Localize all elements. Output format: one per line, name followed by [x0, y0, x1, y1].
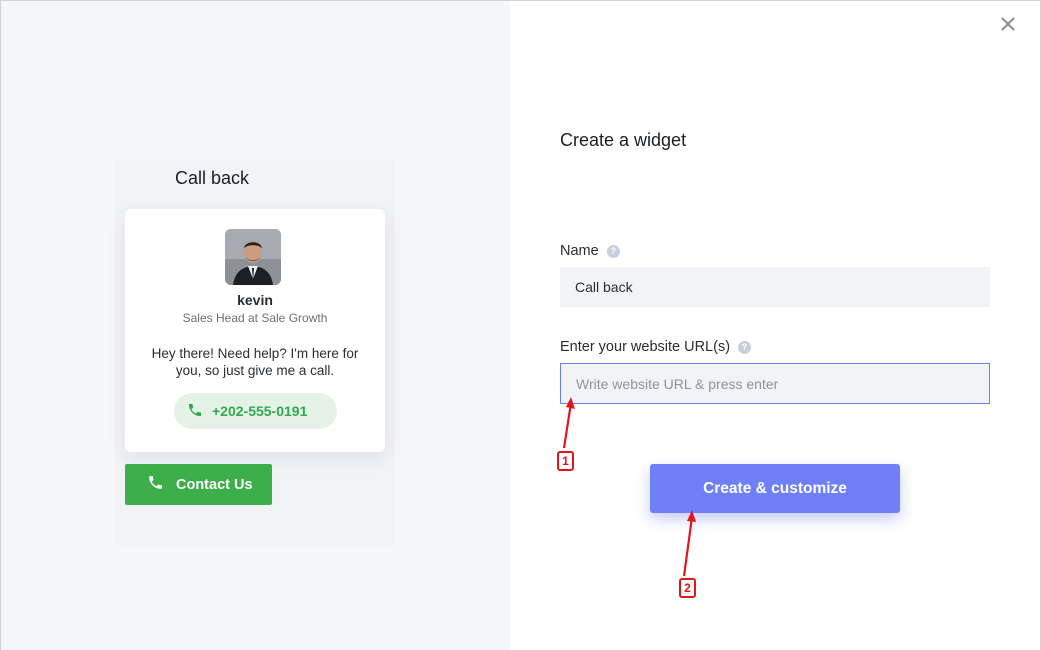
phone-number: +202-555-0191 — [212, 403, 308, 419]
greeting-message: Hey there! Need help? I'm here for you, … — [151, 346, 359, 378]
preview-title: Call back — [175, 168, 250, 188]
annotation-badge-2: 2 — [679, 578, 696, 598]
name-label: Name ? — [560, 243, 620, 259]
name-label-text: Name — [560, 243, 599, 259]
agent-role: Sales Head at Sale Growth — [182, 311, 328, 325]
close-button[interactable] — [998, 16, 1018, 36]
callback-card: kevin Sales Head at Sale Growth Hey ther… — [125, 209, 385, 452]
website-url-input[interactable] — [560, 363, 990, 404]
help-icon[interactable]: ? — [738, 340, 752, 354]
phone-icon — [147, 474, 164, 495]
phone-number-button[interactable]: +202-555-0191 — [174, 393, 337, 429]
create-customize-button[interactable]: Create & customize — [650, 464, 900, 513]
url-label-text: Enter your website URL(s) — [560, 339, 731, 355]
agent-name: kevin — [237, 292, 273, 308]
contact-us-label: Contact Us — [176, 476, 253, 493]
phone-icon — [187, 402, 203, 421]
agent-avatar — [225, 229, 281, 285]
form-title: Create a widget — [560, 130, 687, 150]
close-icon — [1001, 17, 1015, 36]
contact-us-button[interactable]: Contact Us — [125, 464, 272, 505]
help-icon[interactable]: ? — [606, 244, 620, 258]
url-label: Enter your website URL(s) ? — [560, 339, 752, 355]
widget-form-panel — [510, 0, 1041, 650]
annotation-badge-1: 1 — [557, 451, 574, 471]
name-input[interactable] — [560, 267, 990, 307]
